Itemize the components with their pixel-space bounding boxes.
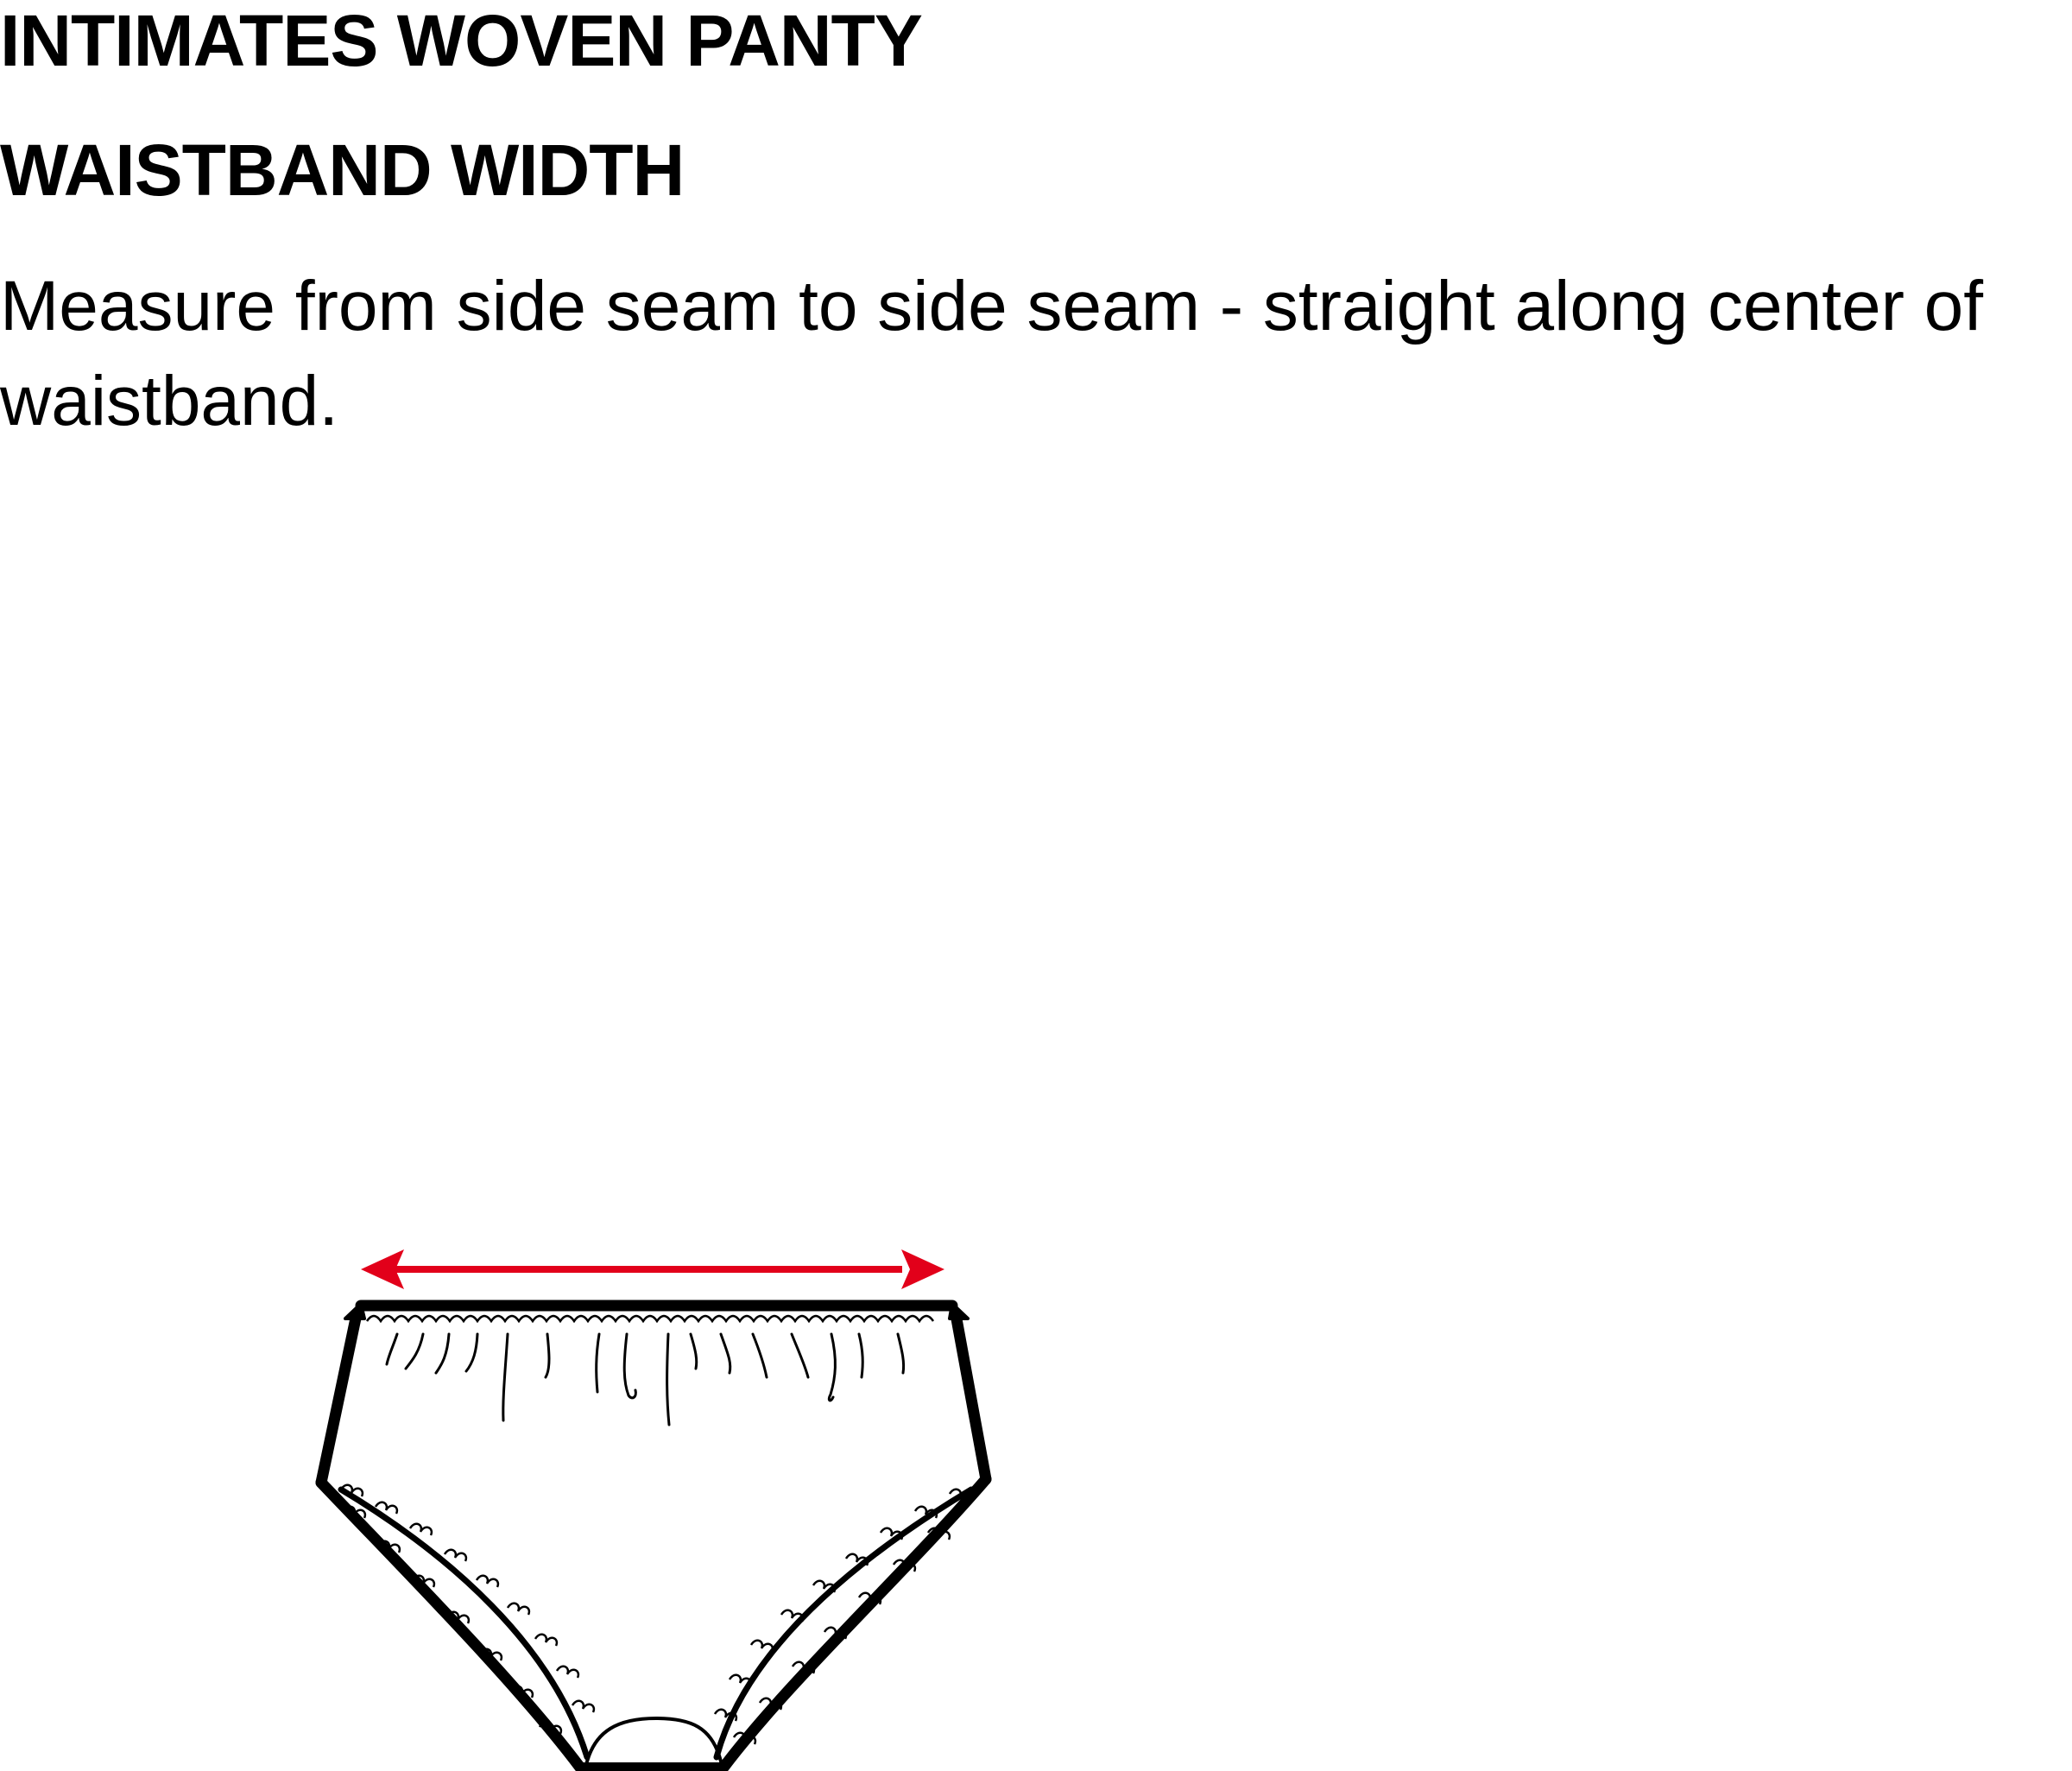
left-leg-outer xyxy=(315,1477,589,1771)
right-leg-lace xyxy=(713,1488,973,1745)
right-side-seam xyxy=(950,1308,992,1485)
left-leg-lace xyxy=(339,1483,596,1735)
left-leg-inner xyxy=(338,1486,591,1761)
panty-outline xyxy=(315,1300,992,1771)
left-side-seam xyxy=(315,1308,363,1489)
gathering-lines xyxy=(385,1332,906,1426)
measurement-arrow xyxy=(361,1249,944,1289)
measurement-arrow-right-head xyxy=(901,1249,944,1289)
gusset-seam xyxy=(585,1717,723,1763)
waistband-lace xyxy=(365,1314,935,1324)
panty-diagram xyxy=(315,1249,992,1771)
right-leg-outer xyxy=(715,1473,992,1771)
